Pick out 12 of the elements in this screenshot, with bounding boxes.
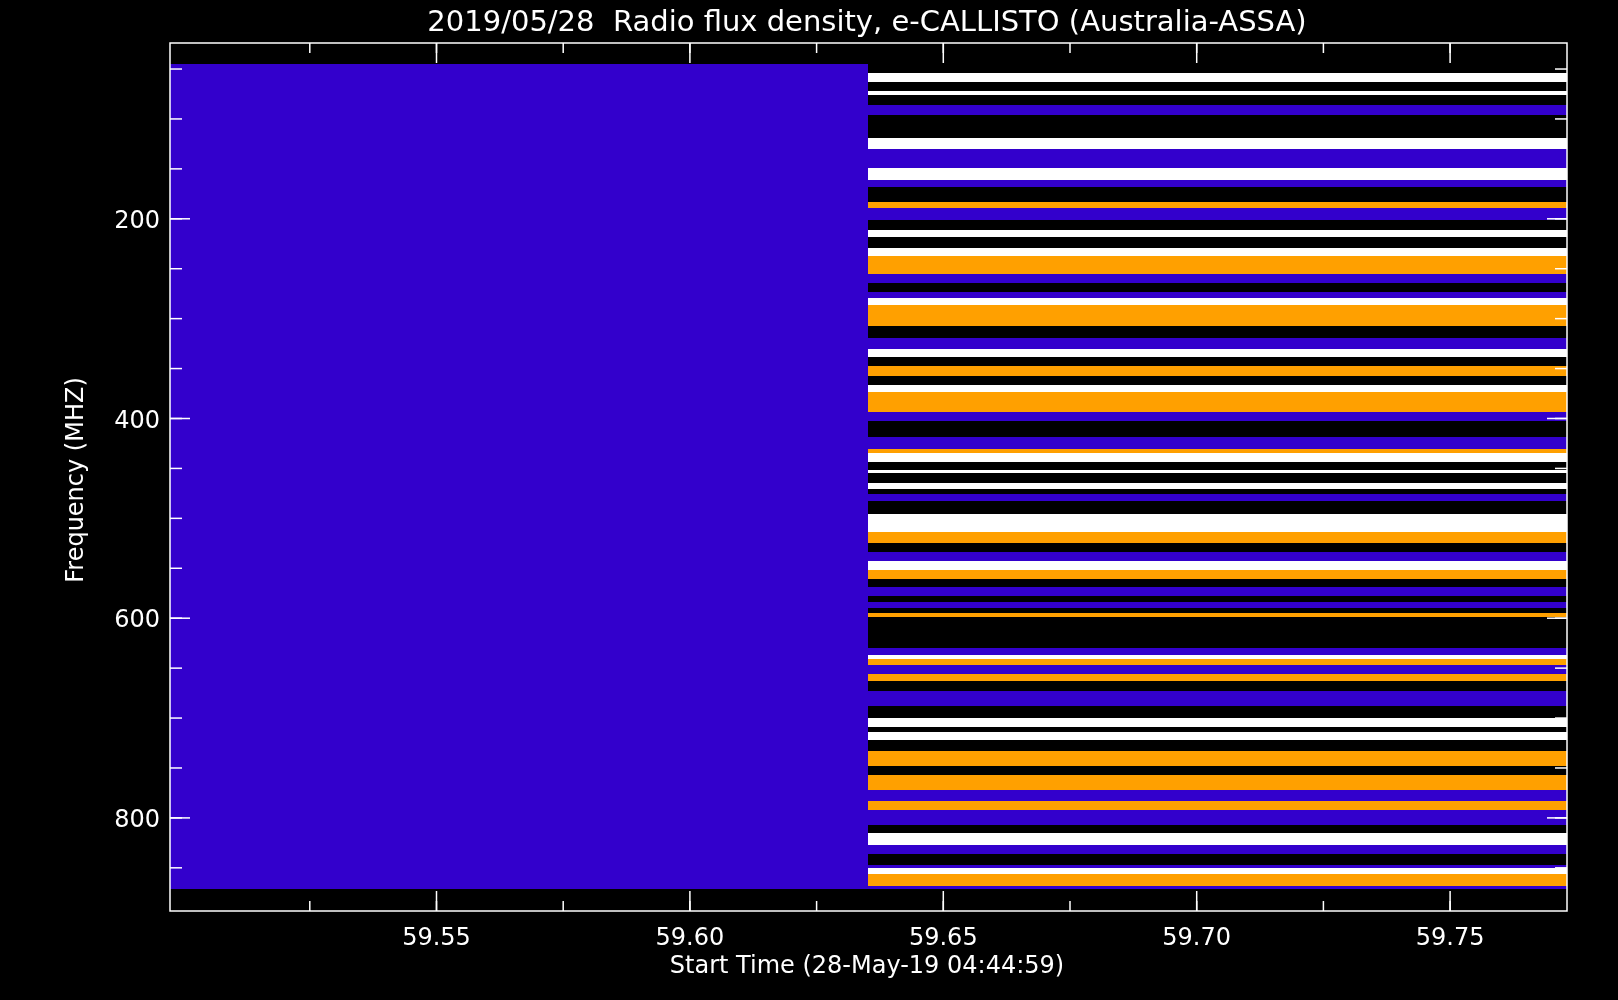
y-tick-label: 600 bbox=[114, 605, 160, 634]
y-tick-label: 200 bbox=[114, 205, 160, 234]
x-tick-label: 59.70 bbox=[1162, 923, 1232, 951]
x-axis-label: Start Time (28-May-19 04:44:59) bbox=[669, 951, 1065, 979]
chart-title: 2019/05/28 Radio flux density, e-CALLISTO (Australia-ASSA) bbox=[427, 4, 1307, 38]
y-tick-label: 400 bbox=[114, 405, 160, 434]
y-axis-label: Frequency (MHZ) bbox=[61, 377, 89, 583]
x-tick-label: 59.60 bbox=[655, 923, 725, 951]
x-tick-label: 59.55 bbox=[402, 923, 471, 951]
x-tick-label: 59.75 bbox=[1415, 923, 1485, 951]
y-tick-label: 800 bbox=[114, 804, 160, 833]
x-tick-label: 59.65 bbox=[908, 923, 978, 951]
